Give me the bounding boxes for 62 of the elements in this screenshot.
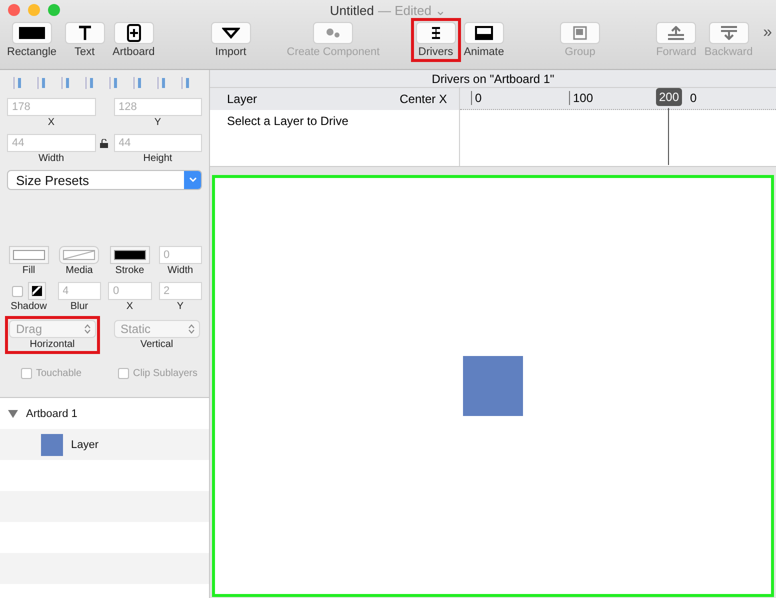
- field-label: Width: [38, 153, 64, 164]
- field-label: Fill: [22, 265, 36, 276]
- close-button[interactable]: [8, 4, 20, 16]
- ruler-label: 100: [569, 91, 594, 105]
- field-label: Vertical: [140, 339, 174, 350]
- playhead[interactable]: 200: [656, 88, 682, 106]
- chevron-icon: [188, 177, 196, 183]
- field-label: Width: [167, 265, 194, 276]
- panel-icon: [474, 26, 493, 40]
- toolbar-button[interactable]: Drivers: [412, 20, 459, 60]
- field-label: Stroke: [115, 265, 144, 276]
- zoom-button[interactable]: [48, 4, 60, 16]
- rectangle-icon: [18, 27, 45, 39]
- option-label: Touchable: [36, 368, 82, 379]
- toolbar-button[interactable]: Text: [62, 20, 108, 60]
- layer-name[interactable]: Layer: [71, 438, 99, 450]
- gears-icon: [325, 27, 342, 39]
- ruler-label: 0: [471, 91, 482, 105]
- color-well[interactable]: [8, 246, 49, 264]
- ruler-label: 0: [690, 91, 697, 105]
- field-label: X: [48, 117, 55, 128]
- triangle-icon: [222, 27, 240, 39]
- sliders-icon: [430, 26, 442, 40]
- field-label: Height: [143, 153, 172, 164]
- send-backward-icon: [720, 26, 738, 40]
- shadow-color-well[interactable]: [28, 282, 46, 300]
- toolbar-button[interactable]: Rectangle: [4, 20, 60, 60]
- bring-forward-icon: [667, 26, 686, 40]
- empty-media-icon: [63, 250, 96, 260]
- option-checkbox[interactable]: [118, 368, 129, 379]
- text-icon: [78, 25, 92, 41]
- lock-icon[interactable]: [100, 139, 108, 148]
- toolbar-button[interactable]: Import: [208, 20, 254, 60]
- window-title: Untitled: [330, 2, 374, 18]
- stepper-icon: [188, 324, 195, 334]
- overflow-button[interactable]: »: [763, 24, 772, 42]
- column-header: Center X: [400, 92, 447, 106]
- field-label: Shadow: [10, 301, 47, 312]
- empty-message: Select a Layer to Drive: [226, 113, 350, 130]
- field-label: Y: [154, 117, 162, 128]
- field-label: Blur: [70, 301, 88, 312]
- toolbar-button[interactable]: Animate: [460, 20, 508, 60]
- option-label: Clip Sublayers: [133, 368, 198, 379]
- color-well[interactable]: [110, 246, 150, 264]
- minimize-button[interactable]: [28, 4, 40, 16]
- artboard-icon: [126, 24, 141, 42]
- layer-name[interactable]: Artboard 1: [26, 408, 78, 420]
- shadow-checkbox[interactable]: [12, 286, 23, 296]
- drivers-title: Drivers on "Artboard 1": [210, 70, 776, 88]
- field-label: Media: [66, 265, 93, 276]
- field-label: Horizontal: [30, 339, 75, 350]
- stepper-icon: [84, 324, 90, 334]
- toolbar-button[interactable]: Artboard: [110, 20, 158, 60]
- disclosure-triangle-icon[interactable]: [8, 408, 18, 418]
- column-header: Layer: [227, 92, 258, 106]
- media-well[interactable]: [59, 246, 100, 264]
- field-label: Y: [176, 301, 184, 312]
- size-presets-dropdown[interactable]: Size Presets: [7, 170, 202, 190]
- shadow-swatch-icon: [32, 286, 42, 296]
- group-icon: [572, 25, 588, 41]
- option-checkbox[interactable]: [20, 368, 32, 379]
- field-label: X: [126, 301, 134, 312]
